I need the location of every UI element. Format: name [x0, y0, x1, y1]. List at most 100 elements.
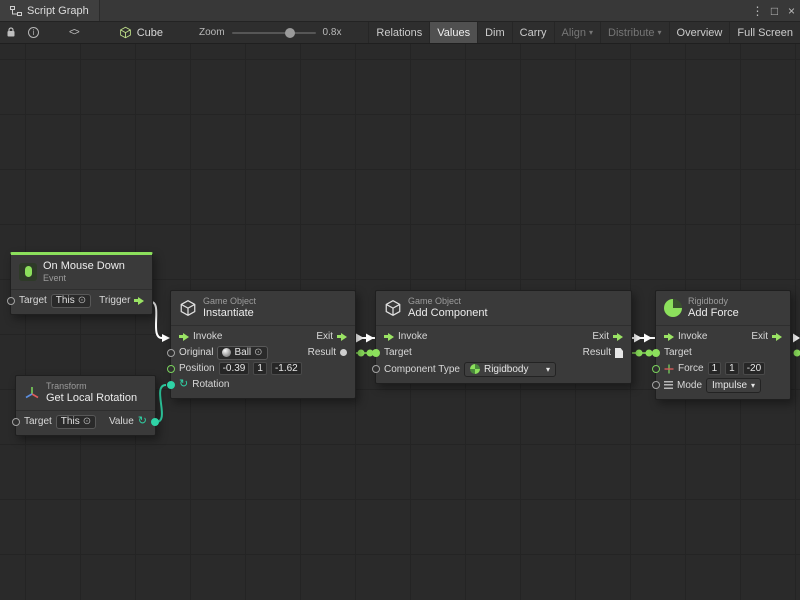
force-z-field[interactable]: -20 [743, 362, 765, 375]
relations-button[interactable]: Relations [368, 22, 429, 43]
position-x-field[interactable]: -0.39 [219, 362, 250, 375]
maximize-icon[interactable]: □ [766, 0, 783, 21]
info-icon: i [28, 27, 39, 38]
exit-port-label: Exit [316, 331, 333, 342]
invoke-input-port[interactable] [179, 333, 189, 341]
kebab-menu-icon[interactable]: ⋮ [749, 0, 766, 21]
node-on-mouse-down[interactable]: On Mouse Down Event Target This ⊙ Trigge… [10, 252, 153, 315]
original-input-port[interactable] [167, 349, 175, 357]
game-object-icon [179, 299, 197, 317]
node-add-force[interactable]: Rigidbody Add Force Invoke Exit Target [655, 290, 791, 400]
target-object-pill[interactable]: This ⊙ [51, 294, 91, 308]
code-view-button[interactable]: <> [63, 22, 85, 43]
tab-title: Script Graph [27, 5, 89, 17]
mouse-icon [19, 263, 37, 281]
target-object-pill[interactable]: This ⊙ [56, 415, 96, 429]
target-port-label: Target [24, 416, 52, 427]
tab-script-graph[interactable]: Script Graph [0, 0, 100, 21]
node-get-local-rotation[interactable]: Transform Get Local Rotation Target This… [15, 375, 156, 436]
target-input-port[interactable] [12, 418, 20, 426]
port-row: Original Ball ⊙ Result [171, 345, 355, 361]
zoom-value: 0.8x [323, 27, 342, 38]
carry-button[interactable]: Carry [512, 22, 554, 43]
zoom-slider-handle[interactable] [285, 28, 295, 38]
invoke-input-port[interactable] [664, 333, 674, 341]
dropdown-value: Impulse [712, 380, 747, 391]
component-type-port-label: Component Type [384, 364, 460, 375]
pill-value: This [56, 295, 75, 306]
value-output-port[interactable] [151, 418, 159, 426]
dropdown-value: Rigidbody [484, 364, 528, 375]
invoke-input-port[interactable] [384, 333, 394, 341]
align-button[interactable]: Align▾ [554, 22, 600, 43]
overview-button[interactable]: Overview [669, 22, 730, 43]
node-title: Instantiate [203, 307, 256, 320]
node-instantiate[interactable]: Game Object Instantiate Invoke Exit Orig… [170, 290, 356, 399]
node-title: On Mouse Down [43, 260, 125, 273]
chevron-down-icon: ▾ [589, 28, 593, 37]
graph-canvas[interactable]: On Mouse Down Event Target This ⊙ Trigge… [0, 44, 800, 600]
exit-output-port[interactable] [772, 333, 782, 341]
target-input-port[interactable] [7, 297, 15, 305]
info-button[interactable]: i [22, 22, 45, 43]
rotation-input-port[interactable] [167, 381, 175, 389]
pill-value: Ball [234, 347, 251, 358]
target-input-port[interactable] [652, 349, 660, 357]
force-y-field[interactable]: 1 [725, 362, 739, 375]
port-row: Target This ⊙ Trigger [11, 293, 152, 309]
zoom-slider[interactable] [232, 32, 316, 34]
node-subtitle: Game Object [408, 296, 488, 307]
full-screen-button[interactable]: Full Screen [729, 22, 800, 43]
port-row: Mode Impulse ▾ [656, 377, 790, 394]
rotation-icon: ↻ [179, 379, 188, 390]
result-output-port[interactable] [615, 348, 623, 358]
rotation-port-label: Rotation [192, 379, 229, 390]
zoom-label: Zoom [199, 27, 225, 38]
close-icon[interactable]: × [783, 0, 800, 21]
distribute-button[interactable]: Distribute▾ [600, 22, 668, 43]
position-z-field[interactable]: -1.62 [271, 362, 302, 375]
lock-button[interactable] [0, 22, 22, 43]
trigger-output-port[interactable] [134, 297, 144, 305]
mode-dropdown[interactable]: Impulse ▾ [706, 378, 761, 393]
force-x-field[interactable]: 1 [708, 362, 722, 375]
node-add-component[interactable]: Game Object Add Component Invoke Exit Ta… [375, 290, 632, 384]
component-type-dropdown[interactable]: Rigidbody ▾ [464, 362, 556, 377]
node-title: Get Local Rotation [46, 392, 137, 405]
target-input-port[interactable] [372, 349, 380, 357]
result-output-port[interactable] [340, 349, 347, 356]
chevron-down-icon: ▾ [658, 28, 662, 37]
original-port-label: Original [179, 347, 213, 358]
port-row: Target Result [376, 345, 631, 361]
port-row: Target [656, 345, 790, 361]
target-port-label: Target [19, 295, 47, 306]
node-subtitle: Game Object [203, 296, 256, 307]
position-y-field[interactable]: 1 [253, 362, 267, 375]
values-button[interactable]: Values [429, 22, 477, 43]
force-port-label: Force [678, 363, 704, 374]
zoom-control: Zoom 0.8x [193, 22, 347, 43]
rigidbody-icon [664, 299, 682, 317]
invoke-port-label: Invoke [678, 331, 707, 342]
script-graph-icon [10, 6, 22, 16]
lock-icon [6, 27, 16, 38]
graph-asset[interactable]: Cube [113, 22, 169, 43]
exit-output-port[interactable] [337, 333, 347, 341]
exit-output-port[interactable] [613, 333, 623, 341]
game-object-icon [384, 299, 402, 317]
mode-input-port[interactable] [652, 381, 660, 389]
force-input-port[interactable] [652, 365, 660, 373]
transform-icon [24, 385, 40, 401]
original-object-pill[interactable]: Ball ⊙ [217, 346, 267, 360]
code-icon: <> [69, 27, 79, 38]
mode-port-label: Mode [677, 380, 702, 391]
exec-row: Invoke Exit [171, 329, 355, 345]
graph-asset-name: Cube [137, 27, 163, 39]
component-type-input-port[interactable] [372, 365, 380, 373]
result-port-label: Result [308, 347, 336, 358]
port-row: Force 1 1 -20 [656, 361, 790, 377]
target-port-label: Target [664, 347, 692, 358]
target-icon: ⊙ [254, 348, 262, 358]
position-input-port[interactable] [167, 365, 175, 373]
dim-button[interactable]: Dim [477, 22, 512, 43]
